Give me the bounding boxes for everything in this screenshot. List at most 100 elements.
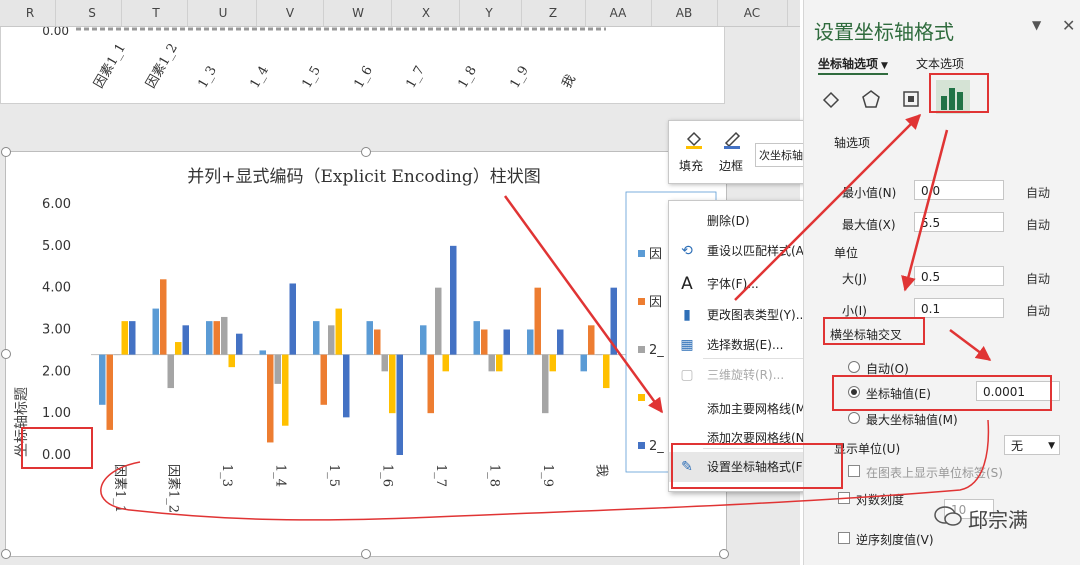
bar[interactable]: [420, 325, 427, 355]
major-input[interactable]: 0.5: [914, 266, 1004, 286]
bar[interactable]: [106, 354, 114, 430]
pane-collapse-icon[interactable]: ▼: [1032, 18, 1041, 32]
tab-axis-options[interactable]: 坐标轴选项 ▼: [818, 55, 888, 72]
context-menu-label: 重设以匹配样式(A): [707, 244, 809, 258]
column-header[interactable]: Y: [457, 0, 522, 26]
bar[interactable]: [313, 321, 320, 355]
bar[interactable]: [488, 354, 496, 372]
bar[interactable]: [160, 279, 167, 355]
bar[interactable]: [99, 354, 106, 405]
column-header[interactable]: AB: [651, 0, 718, 26]
bar[interactable]: [381, 354, 389, 372]
bar[interactable]: [527, 329, 534, 355]
bar[interactable]: [450, 245, 457, 355]
bar[interactable]: [496, 354, 503, 372]
bar[interactable]: [221, 316, 228, 355]
max-input[interactable]: 5.5: [914, 212, 1004, 232]
bar[interactable]: [427, 354, 435, 414]
resize-handle[interactable]: [1, 349, 11, 359]
bar[interactable]: [366, 321, 374, 355]
bar[interactable]: [259, 350, 267, 355]
bar[interactable]: [473, 321, 481, 355]
cross-max-radio[interactable]: [848, 412, 860, 424]
tab-text-options[interactable]: 文本选项: [916, 55, 964, 72]
column-header[interactable]: X: [393, 0, 460, 26]
bar[interactable]: [503, 329, 511, 355]
column-header[interactable]: U: [190, 0, 257, 26]
min-input[interactable]: 0.0: [914, 180, 1004, 200]
column-header[interactable]: AA: [585, 0, 652, 26]
column-header[interactable]: AC: [717, 0, 788, 26]
minor-input[interactable]: 0.1: [914, 298, 1004, 318]
minor-auto-button[interactable]: 自动: [1026, 302, 1050, 319]
show-units-checkbox[interactable]: [848, 465, 860, 477]
resize-handle[interactable]: [1, 147, 11, 157]
bar[interactable]: [580, 354, 588, 372]
axis-options-icon[interactable]: [936, 80, 970, 114]
bar[interactable]: [328, 325, 335, 355]
bar[interactable]: [335, 308, 343, 355]
column-header[interactable]: W: [325, 0, 392, 26]
bar[interactable]: [282, 354, 289, 426]
bar[interactable]: [228, 354, 236, 368]
bar[interactable]: [442, 354, 450, 372]
bar[interactable]: [557, 329, 564, 355]
min-auto-button[interactable]: 自动: [1026, 184, 1050, 201]
column-header[interactable]: T: [125, 0, 188, 26]
resize-handle[interactable]: [1, 549, 11, 559]
bar[interactable]: [175, 342, 182, 355]
bar[interactable]: [542, 354, 549, 414]
bar[interactable]: [396, 354, 404, 455]
bar[interactable]: [236, 333, 243, 355]
pane-close-icon[interactable]: ✕: [1062, 16, 1075, 35]
bar[interactable]: [481, 329, 488, 355]
bar[interactable]: [213, 321, 221, 355]
bar[interactable]: [167, 354, 175, 389]
max-auto-button[interactable]: 自动: [1026, 216, 1050, 233]
resize-handle[interactable]: [361, 549, 371, 559]
bar[interactable]: [610, 287, 618, 355]
cross-auto-radio[interactable]: [848, 361, 860, 373]
bar[interactable]: [389, 354, 396, 414]
bar[interactable]: [267, 354, 274, 443]
axis-value-input[interactable]: 0.0001: [976, 381, 1060, 401]
bar[interactable]: [274, 354, 282, 384]
fill-button[interactable]: 填充: [677, 127, 711, 177]
legend-label: 因: [649, 295, 662, 310]
upper-chart[interactable]: 0.00 因素1_1 因素1_2 1_3 1_4 1_5 1_6 1_7 1_8 1_9 我: [0, 24, 725, 104]
bar[interactable]: [435, 287, 442, 355]
resize-handle[interactable]: [719, 549, 729, 559]
log-scale-checkbox[interactable]: [838, 492, 850, 504]
bar[interactable]: [603, 354, 610, 389]
fill-line-icon[interactable]: [820, 88, 842, 110]
main-chart[interactable]: 并列+显式编码（Explicit Encoding）柱状图 坐标轴标题 6.00…: [1, 147, 729, 559]
bar[interactable]: [114, 354, 121, 356]
column-header[interactable]: R: [5, 0, 56, 26]
cross-axis-value-radio[interactable]: [848, 386, 860, 398]
bar[interactable]: [320, 354, 328, 405]
pane-title: 设置坐标轴格式: [814, 20, 954, 44]
bar[interactable]: [206, 321, 213, 355]
bar[interactable]: [595, 354, 603, 356]
bar[interactable]: [343, 354, 350, 418]
bar[interactable]: [152, 308, 160, 355]
reverse-order-checkbox[interactable]: [838, 532, 850, 544]
bounds-section[interactable]: 轴选项: [834, 134, 870, 151]
bar[interactable]: [534, 287, 542, 355]
column-header[interactable]: S: [63, 0, 122, 26]
bar[interactable]: [549, 354, 557, 372]
column-header[interactable]: V: [257, 0, 324, 26]
bar[interactable]: [129, 321, 136, 355]
major-auto-button[interactable]: 自动: [1026, 270, 1050, 287]
resize-handle[interactable]: [361, 147, 371, 157]
display-units-select[interactable]: 无 ▼: [1004, 435, 1060, 455]
bar[interactable]: [588, 325, 595, 355]
effects-icon[interactable]: [860, 88, 882, 110]
bar[interactable]: [121, 321, 129, 355]
column-header[interactable]: Z: [521, 0, 586, 26]
size-properties-icon[interactable]: [900, 88, 922, 110]
bar[interactable]: [374, 329, 381, 355]
border-button[interactable]: 边框: [715, 127, 749, 177]
bar[interactable]: [289, 283, 297, 355]
bar[interactable]: [182, 325, 190, 355]
